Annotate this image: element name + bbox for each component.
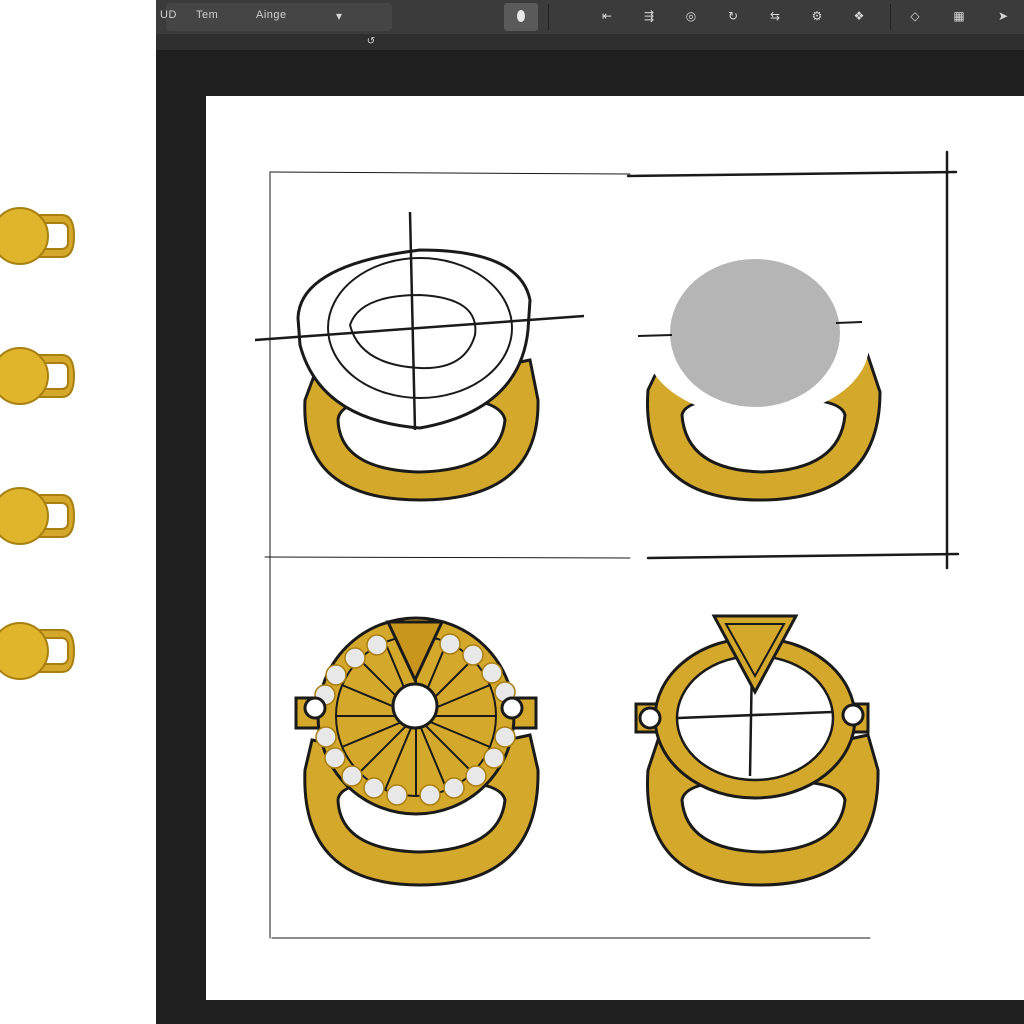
grid-icon[interactable]: ▦ [950, 7, 968, 25]
ring-sketch-3 [294, 616, 540, 887]
toolbar-field-label[interactable]: Ainge [256, 9, 287, 21]
ring-thumbnail-3[interactable] [0, 473, 78, 559]
ring-thumbnail-2[interactable] [0, 333, 78, 419]
ring-sketch-2 [637, 259, 882, 502]
toolbar-divider [890, 4, 891, 30]
top-toolbar: UD Tem Ainge ▾ ⇤ ⇶ ◎ ↻ ⇆ ⚙ ❖ ◇ ▦ ➤ [156, 0, 1024, 35]
ring-sketch-4 [634, 614, 880, 887]
settings-icon[interactable]: ⚙ [808, 7, 826, 25]
layers-icon[interactable]: ❖ [850, 7, 868, 25]
rotate-icon[interactable]: ↻ [724, 7, 742, 25]
share-icon[interactable]: ➤ [994, 7, 1012, 25]
ring-thumbnail-1[interactable] [0, 193, 78, 279]
toolbar-left-label: UD [160, 9, 177, 21]
flip-icon[interactable]: ⇆ [766, 7, 784, 25]
undo-icon[interactable]: ↺ [362, 32, 380, 50]
options-bar: ↺ [156, 34, 1024, 50]
toolbar-tab[interactable]: Tem [196, 9, 218, 21]
target-icon[interactable]: ◎ [682, 7, 700, 25]
left-panel [0, 0, 156, 1024]
caret-down-icon[interactable]: ▾ [330, 7, 348, 25]
align-center-icon[interactable]: ⇶ [640, 7, 658, 25]
diamond-icon[interactable]: ◇ [906, 7, 924, 25]
toolbar-divider [548, 4, 549, 30]
artboard-canvas[interactable] [206, 96, 1024, 1000]
ring-sketches [254, 150, 960, 939]
ring-thumbnail-4[interactable] [0, 608, 78, 694]
ring-sketch-1 [254, 211, 585, 502]
ellipse-tool-icon[interactable] [512, 7, 530, 25]
align-left-icon[interactable]: ⇤ [598, 7, 616, 25]
